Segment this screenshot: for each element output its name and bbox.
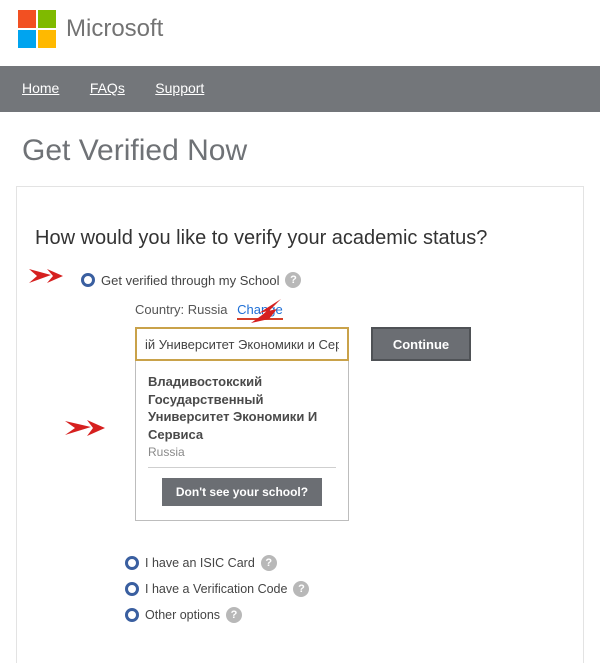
option-other-label: Other options [145,608,220,622]
school-search-input[interactable] [135,327,349,361]
radio-code[interactable] [125,582,139,596]
radio-isic[interactable] [125,556,139,570]
navbar: Home FAQs Support [0,66,600,112]
country-value: Russia [188,302,228,317]
help-icon[interactable]: ? [261,555,277,571]
header: Microsoft [0,0,600,66]
annotation-arrow-icon [65,417,105,439]
nav-home[interactable]: Home [22,80,59,96]
option-other-row[interactable]: Other options ? [35,607,565,623]
nav-faqs[interactable]: FAQs [90,80,125,96]
help-icon[interactable]: ? [285,272,301,288]
brand-name: Microsoft [66,15,163,43]
dropdown-item-country: Russia [148,445,336,468]
missing-school-button[interactable]: Don't see your school? [162,478,322,506]
verify-card: How would you like to verify your academ… [16,186,584,663]
other-options: I have an ISIC Card ? I have a Verificat… [35,555,565,623]
continue-button[interactable]: Continue [371,327,471,361]
help-icon[interactable]: ? [226,607,242,623]
school-search-row: Continue [35,327,565,361]
help-icon[interactable]: ? [293,581,309,597]
option-code-label: I have a Verification Code [145,582,287,596]
page-title: Get Verified Now [0,112,600,186]
school-dropdown: Владивостокский Государственный Универси… [135,361,349,521]
radio-school[interactable] [81,273,95,287]
option-isic-row[interactable]: I have an ISIC Card ? [35,555,565,571]
country-label: Country: [135,302,184,317]
option-code-row[interactable]: I have a Verification Code ? [35,581,565,597]
dropdown-item[interactable]: Владивостокский Государственный Универси… [148,373,336,443]
option-school-label: Get verified through my School [101,273,279,288]
country-row: Country: Russia Change [35,302,565,317]
verify-question: How would you like to verify your academ… [35,227,565,250]
microsoft-logo-icon [18,10,56,48]
nav-support[interactable]: Support [155,80,204,96]
option-school-row[interactable]: Get verified through my School ? [35,272,565,288]
option-isic-label: I have an ISIC Card [145,556,255,570]
change-country-link[interactable]: Change [237,302,283,320]
radio-other[interactable] [125,608,139,622]
